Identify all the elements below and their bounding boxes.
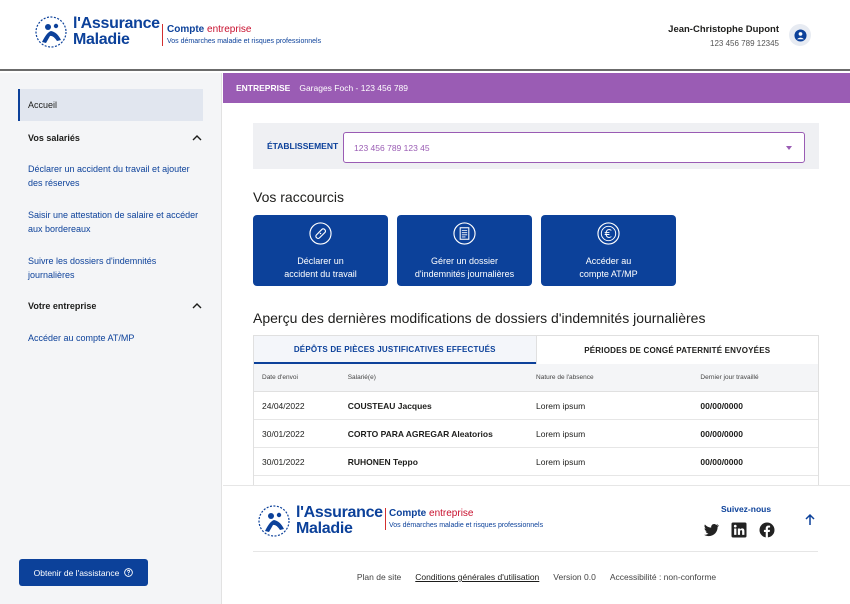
footer-link-plan-site[interactable]: Plan de site: [357, 572, 401, 582]
etablissement-label: ÉTABLISSEMENT: [267, 141, 339, 151]
shortcut-line2: d'indemnités journalières: [414, 269, 515, 279]
sidebar-section-entreprise[interactable]: Votre entreprise: [18, 299, 203, 313]
user-account-button[interactable]: [789, 24, 811, 46]
brand-entreprise: entreprise: [429, 508, 474, 519]
footer-version: Version 0.0: [553, 572, 596, 582]
sidebar-section-label: Vos salariés: [28, 133, 80, 143]
footer-links: Plan de site Conditions générales d'util…: [223, 572, 850, 582]
sidebar-item-compte-atmp[interactable]: Accéder au compte AT/MP: [18, 331, 203, 345]
chevron-up-icon: [192, 303, 202, 309]
etablissement-select[interactable]: 123 456 789 123 45: [343, 132, 805, 163]
shortcut-line2: accident du travail: [284, 269, 357, 279]
sidebar-item-declarer-accident[interactable]: Déclarer un accident du travail et ajout…: [18, 162, 203, 190]
brand-subtitle: Compte entreprise Vos démarches maladie …: [167, 24, 321, 45]
cell-last-day: 00/00/0000: [700, 400, 743, 411]
table-row[interactable]: 24/04/2022 COUSTEAU Jacques Lorem ipsum …: [254, 392, 818, 420]
user-circle-icon: [793, 28, 807, 42]
footer-divider: [253, 551, 818, 552]
sidebar: Accueil Vos salariés Déclarer un acciden…: [0, 73, 222, 604]
footer: l'Assurance Maladie Compte entreprise Vo…: [223, 485, 850, 604]
cell-absence: Lorem ipsum: [536, 428, 586, 439]
table-row[interactable]: 30/01/2022 CORTO PARA AGREGAR Aleatorios…: [254, 420, 818, 448]
cell-employee: CORTO PARA AGREGAR Aleatorios: [347, 428, 493, 439]
cell-employee: RUHONEN Teppo: [347, 456, 418, 467]
overview-title: Aperçu des dernières modifications de do…: [253, 310, 706, 326]
brand-separator: [162, 24, 163, 46]
cell-date: 24/04/2022: [262, 400, 305, 411]
logo-line1: l'Assurance: [296, 504, 383, 521]
footer-logo[interactable]: l'Assurance Maladie: [256, 503, 383, 539]
help-icon: [124, 568, 134, 577]
column-header: Dernier jour travaillé: [700, 374, 759, 381]
shortcut-line1: Gérer un dossier: [430, 256, 499, 266]
logo-emblem-icon: [258, 505, 290, 537]
column-header: Date d'envoi: [262, 374, 298, 381]
assistance-button[interactable]: Obtenir de l'assistance: [19, 559, 148, 586]
sidebar-section-salaries[interactable]: Vos salariés: [18, 131, 203, 145]
tab-conge-paternite[interactable]: PÉRIODES DE CONGÉ PATERNITÉ ENVOYÉES: [535, 336, 818, 364]
twitter-icon[interactable]: [702, 521, 720, 539]
column-header: Nature de l'absence: [536, 374, 594, 381]
footer-link-accessibilite[interactable]: Accessibilité : non-conforme: [610, 572, 716, 582]
tab-depots-pieces[interactable]: DÉPÔTS DE PIÈCES JUSTIFICATIVES EFFECTUÉ…: [254, 336, 536, 364]
shortcut-line2: compte AT/MP: [579, 269, 638, 279]
brand-compte: Compte: [389, 508, 427, 519]
user-name: Jean-Christophe Dupont: [668, 24, 779, 35]
brand-tagline: Vos démarches maladie et risques profess…: [167, 38, 322, 45]
footer-link-cgu[interactable]: Conditions générales d'utilisation: [415, 572, 539, 582]
linkedin-icon[interactable]: [730, 521, 748, 539]
brand-compte: Compte: [167, 24, 205, 35]
enterprise-bar: ENTREPRISE Garages Foch - 123 456 789: [223, 73, 850, 103]
cell-date: 30/01/2022: [262, 428, 305, 439]
follow-us-label: Suivez-nous: [721, 504, 772, 514]
brand-entreprise: entreprise: [207, 24, 252, 35]
overview-table: Date d'envoi Salarié(e) Nature de l'abse…: [253, 364, 819, 485]
column-header: Salarié(e): [347, 374, 376, 381]
etablissement-panel: ÉTABLISSEMENT 123 456 789 123 45: [253, 123, 819, 169]
logo-line2: Maladie: [296, 520, 353, 537]
social-links: [702, 521, 776, 539]
cell-employee: COUSTEAU Jacques: [347, 400, 432, 411]
sidebar-item-attestation-salaire[interactable]: Saisir une attestation de salaire et acc…: [18, 208, 203, 236]
logo-line1: l'Assurance: [73, 15, 160, 32]
enterprise-label: ENTREPRISE: [236, 83, 291, 93]
shortcut-compte-atmp[interactable]: Accéder au compte AT/MP: [541, 215, 676, 286]
document-icon: [453, 222, 476, 245]
enterprise-value: Garages Foch - 123 456 789: [299, 83, 409, 93]
shortcut-declarer-accident[interactable]: Déclarer un accident du travail: [253, 215, 388, 286]
user-number: 123 456 789 12345: [710, 39, 779, 48]
cell-absence: Lorem ipsum: [536, 400, 586, 411]
table-header: Date d'envoi Salarié(e) Nature de l'abse…: [254, 364, 818, 392]
brand-separator: [385, 508, 386, 530]
etablissement-selected-value: 123 456 789 123 45: [354, 142, 430, 153]
footer-brand-subtitle: Compte entreprise Vos démarches maladie …: [389, 508, 543, 529]
shortcut-line1: Accéder au: [585, 256, 632, 266]
user-info: Jean-Christophe Dupont 123 456 789 12345: [668, 24, 779, 48]
assurance-maladie-logo[interactable]: l'Assurance Maladie: [33, 14, 160, 50]
overview-tabs: DÉPÔTS DE PIÈCES JUSTIFICATIVES EFFECTUÉ…: [253, 335, 819, 364]
table-row[interactable]: 30/01/2022 RUHONEN Teppo Lorem ipsum 00/…: [254, 448, 818, 476]
assistance-label: Obtenir de l'assistance: [33, 567, 120, 578]
bandage-icon: [309, 222, 332, 245]
top-header: l'Assurance Maladie Compte entreprise Vo…: [0, 0, 850, 71]
logo-line2: Maladie: [73, 31, 130, 48]
chevron-up-icon: [192, 135, 202, 141]
facebook-icon[interactable]: [758, 521, 776, 539]
logo-emblem-icon: [35, 16, 67, 48]
sidebar-item-accueil[interactable]: Accueil: [18, 89, 203, 121]
cell-absence: Lorem ipsum: [536, 456, 586, 467]
arrow-up-icon[interactable]: [803, 513, 817, 527]
cell-last-day: 00/00/0000: [700, 456, 743, 467]
brand-tagline: Vos démarches maladie et risques profess…: [389, 522, 544, 529]
caret-down-icon: [786, 146, 792, 150]
cell-date: 30/01/2022: [262, 456, 305, 467]
sidebar-item-dossiers-ij[interactable]: Suivre les dossiers d'indemnités journal…: [18, 254, 203, 282]
shortcuts-title: Vos raccourcis: [253, 189, 345, 205]
shortcut-line1: Déclarer un: [297, 256, 344, 266]
cell-last-day: 00/00/0000: [700, 428, 743, 439]
euro-icon: [597, 222, 620, 245]
shortcut-gerer-dossier[interactable]: Gérer un dossier d'indemnités journalière…: [397, 215, 532, 286]
sidebar-section-label: Votre entreprise: [28, 301, 97, 311]
